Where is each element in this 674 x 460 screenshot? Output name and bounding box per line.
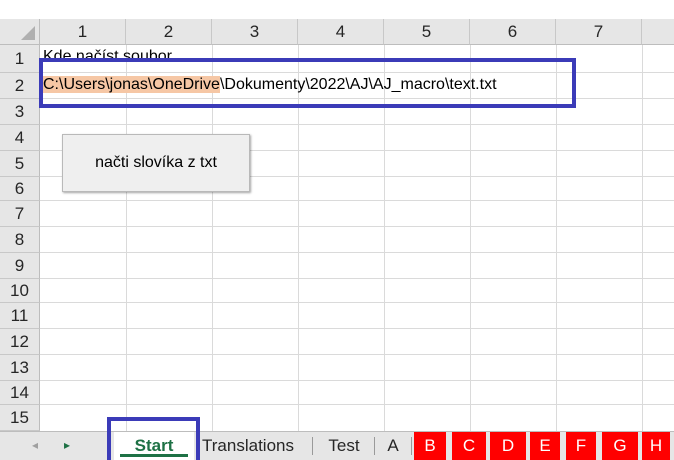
row-header-11[interactable]: 11 xyxy=(0,303,40,329)
scroll-right-icon[interactable]: ▸ xyxy=(64,438,70,452)
row-header-9[interactable]: 9 xyxy=(0,253,40,279)
sheet-tab-bar: ◂ ▸ Start Translations Test A B C D E F … xyxy=(0,431,674,460)
gridline xyxy=(40,404,674,405)
column-header-3[interactable]: 3 xyxy=(212,19,298,45)
tab-b[interactable]: B xyxy=(414,432,446,460)
gridline xyxy=(40,252,674,253)
tab-g[interactable]: G xyxy=(602,432,638,460)
tab-e[interactable]: E xyxy=(530,432,560,460)
gridline xyxy=(40,328,674,329)
row-header-4[interactable]: 4 xyxy=(0,125,40,151)
row-header-14[interactable]: 14 xyxy=(0,381,40,405)
spreadsheet-grid: 1 2 3 4 5 6 7 1 2 3 4 5 6 7 8 9 10 11 12… xyxy=(0,0,674,460)
gridline xyxy=(40,354,674,355)
tab-translations[interactable]: Translations xyxy=(196,432,300,460)
row-header-8[interactable]: 8 xyxy=(0,227,40,253)
column-header-7[interactable]: 7 xyxy=(556,19,642,45)
row-header-6[interactable]: 6 xyxy=(0,177,40,201)
gridline xyxy=(40,226,674,227)
column-header-partial[interactable] xyxy=(642,19,674,45)
tab-f[interactable]: F xyxy=(566,432,596,460)
gridline xyxy=(40,278,674,279)
scroll-left-icon[interactable]: ◂ xyxy=(32,438,38,452)
column-header-5[interactable]: 5 xyxy=(384,19,470,45)
select-all-triangle-icon xyxy=(21,26,35,40)
tab-h[interactable]: H xyxy=(642,432,670,460)
row-header-1[interactable]: 1 xyxy=(0,45,40,73)
row-header-5[interactable]: 5 xyxy=(0,151,40,177)
gridline xyxy=(40,380,674,381)
gridline xyxy=(40,200,674,201)
tab-a[interactable]: A xyxy=(378,432,408,460)
tab-separator xyxy=(374,437,375,455)
column-header-2[interactable]: 2 xyxy=(126,19,212,45)
column-header-4[interactable]: 4 xyxy=(298,19,384,45)
tab-separator xyxy=(312,437,313,455)
row-header-2[interactable]: 2 xyxy=(0,73,40,99)
gridline xyxy=(40,302,674,303)
annotation-box-start-tab xyxy=(107,417,200,460)
column-header-6[interactable]: 6 xyxy=(470,19,556,45)
row-header-12[interactable]: 12 xyxy=(0,329,40,355)
tab-test[interactable]: Test xyxy=(318,432,370,460)
column-header-1[interactable]: 1 xyxy=(40,19,126,45)
row-header-15[interactable]: 15 xyxy=(0,405,40,431)
tab-separator xyxy=(411,437,412,455)
select-all-corner[interactable] xyxy=(0,19,40,45)
annotation-box-path xyxy=(39,58,576,108)
row-header-3[interactable]: 3 xyxy=(0,99,40,125)
row-header-13[interactable]: 13 xyxy=(0,355,40,381)
load-words-button[interactable]: načti slovíka z txt xyxy=(62,134,250,192)
gridline xyxy=(642,45,643,431)
tab-d[interactable]: D xyxy=(490,432,526,460)
tab-c[interactable]: C xyxy=(452,432,486,460)
row-header-7[interactable]: 7 xyxy=(0,201,40,227)
gridline xyxy=(40,124,674,125)
row-header-10[interactable]: 10 xyxy=(0,279,40,303)
